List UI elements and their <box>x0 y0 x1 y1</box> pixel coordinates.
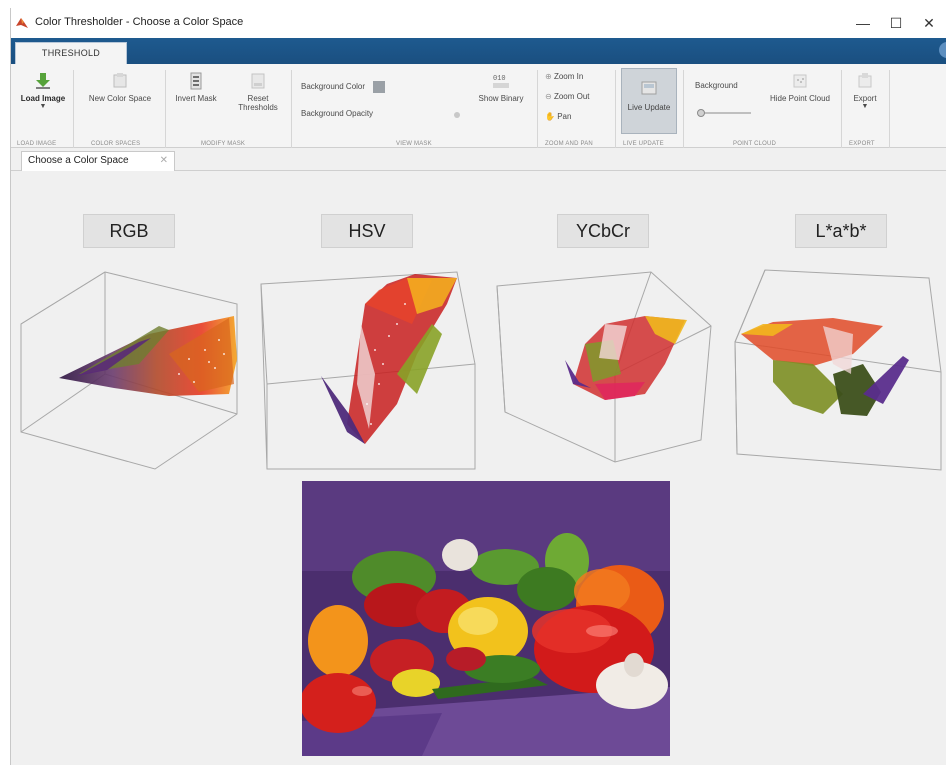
background-color-swatch <box>373 81 386 93</box>
divider <box>615 70 616 148</box>
zoom-out-icon: ⊖ <box>545 92 552 101</box>
download-arrow-icon <box>36 73 50 89</box>
divider <box>537 70 538 148</box>
load-image-button[interactable]: Load Image ▼ <box>15 72 71 110</box>
section-label-load-image: LOAD IMAGE <box>17 141 57 147</box>
reset-icon <box>251 73 265 89</box>
section-label-zoom-and-pan: ZOOM AND PAN <box>545 141 593 147</box>
matlab-logo-icon <box>16 18 28 28</box>
invert-mask-button[interactable]: Invert Mask <box>171 72 221 103</box>
zoom-in-icon: ⊕ <box>545 72 552 81</box>
section-label-modify-mask: MODIFY MASK <box>201 141 246 147</box>
rgb-button[interactable]: RGB <box>83 214 175 248</box>
hsv-point-cloud[interactable] <box>257 264 483 476</box>
live-update-icon <box>641 81 657 95</box>
background-color-label: Background Color <box>301 82 366 92</box>
rgb-point-cloud[interactable] <box>19 264 241 476</box>
close-tab-icon[interactable]: ✕ <box>160 152 168 170</box>
close-button[interactable]: ✕ <box>915 12 943 34</box>
thresholds-label: Thresholds <box>238 103 278 112</box>
section-label-view-mask: VIEW MASK <box>396 141 432 147</box>
chevron-down-icon: ▼ <box>39 103 47 110</box>
show-binary-label: Show Binary <box>478 94 524 103</box>
opacity-slider-handle[interactable] <box>452 110 462 122</box>
section-label-live-update: LIVE UPDATE <box>623 141 664 147</box>
help-icon[interactable] <box>939 42 946 58</box>
zoom-out-button[interactable]: ⊖ Zoom Out <box>545 92 590 101</box>
divider <box>165 70 166 148</box>
hide-point-cloud-button[interactable]: Hide Point Cloud <box>763 72 837 103</box>
pan-label: Pan <box>557 112 572 121</box>
tab-choose-color-space[interactable]: Choose a Color Space ✕ <box>21 151 175 171</box>
show-binary-button[interactable]: 010 Show Binary <box>473 72 529 103</box>
hsv-button[interactable]: HSV <box>321 214 413 248</box>
chevron-down-icon: ▼ <box>861 103 869 110</box>
lab-button[interactable]: L*a*b* <box>795 214 887 248</box>
tab-threshold[interactable]: THRESHOLD <box>15 42 127 64</box>
binary-icon: 010 <box>493 75 509 88</box>
invert-mask-icon <box>190 72 202 90</box>
zoom-in-button[interactable]: ⊕ Zoom In <box>545 72 583 81</box>
zoom-in-label: Zoom In <box>553 72 584 81</box>
slider-track-icon <box>697 109 751 117</box>
ycbcr-button[interactable]: YCbCr <box>557 214 649 248</box>
pan-button[interactable]: ✋ Pan <box>545 112 571 121</box>
reset-label: Reset <box>247 94 269 103</box>
background-opacity-label: Background Opacity <box>301 109 374 118</box>
point-cloud-icon <box>793 74 807 88</box>
hide-point-cloud-label: Hide Point Cloud <box>769 94 831 103</box>
export-button[interactable]: Export ▼ <box>845 72 885 110</box>
app-window: Color Thresholder - Choose a Color Space… <box>10 8 946 765</box>
pan-hand-icon: ✋ <box>545 112 555 121</box>
new-color-space-label: New Color Space <box>88 94 152 103</box>
document-tab-label: Choose a Color Space <box>28 155 129 166</box>
background-color-button[interactable]: Background Color <box>301 81 386 93</box>
divider <box>291 70 292 148</box>
live-update-label: Live Update <box>627 103 671 112</box>
divider <box>73 70 74 148</box>
export-icon <box>858 73 872 88</box>
load-image-label: Load Image <box>20 94 66 103</box>
divider <box>841 70 842 148</box>
ycbcr-point-cloud[interactable] <box>495 264 717 474</box>
new-color-space-icon <box>113 73 127 88</box>
section-label-point-cloud: POINT CLOUD <box>733 141 777 147</box>
title-bar: Color Thresholder - Choose a Color Space… <box>11 8 946 38</box>
lab-point-cloud[interactable] <box>733 264 945 476</box>
export-label: Export <box>853 94 877 103</box>
maximize-button[interactable]: ☐ <box>882 12 910 34</box>
zoom-out-label: Zoom Out <box>553 92 590 101</box>
background-slider[interactable] <box>695 108 753 120</box>
minimize-button[interactable]: — <box>849 12 877 34</box>
divider <box>889 70 890 148</box>
svg-text:010: 010 <box>493 75 506 83</box>
window-title: Color Thresholder - Choose a Color Space <box>35 16 244 28</box>
live-update-toggle[interactable]: Live Update <box>621 68 677 134</box>
slider-knob-icon <box>454 112 460 118</box>
section-label-export: EXPORT <box>849 141 875 147</box>
ribbon-tab-strip: THRESHOLD <box>11 38 946 64</box>
reset-thresholds-button[interactable]: Reset Thresholds <box>229 72 287 112</box>
new-color-space-button[interactable]: New Color Space <box>79 72 161 103</box>
ribbon-toolstrip: Load Image ▼ LOAD IMAGE New Color Space … <box>11 64 946 148</box>
document-tab-bar: Choose a Color Space ✕ <box>11 149 946 171</box>
section-label-color-spaces: COLOR SPACES <box>91 141 141 147</box>
color-space-chooser: RGB HSV YCbCr L*a*b* <box>11 172 946 765</box>
invert-mask-label: Invert Mask <box>175 94 217 103</box>
background-label: Background <box>695 81 738 90</box>
peppers-image <box>302 481 670 756</box>
divider <box>683 70 684 148</box>
